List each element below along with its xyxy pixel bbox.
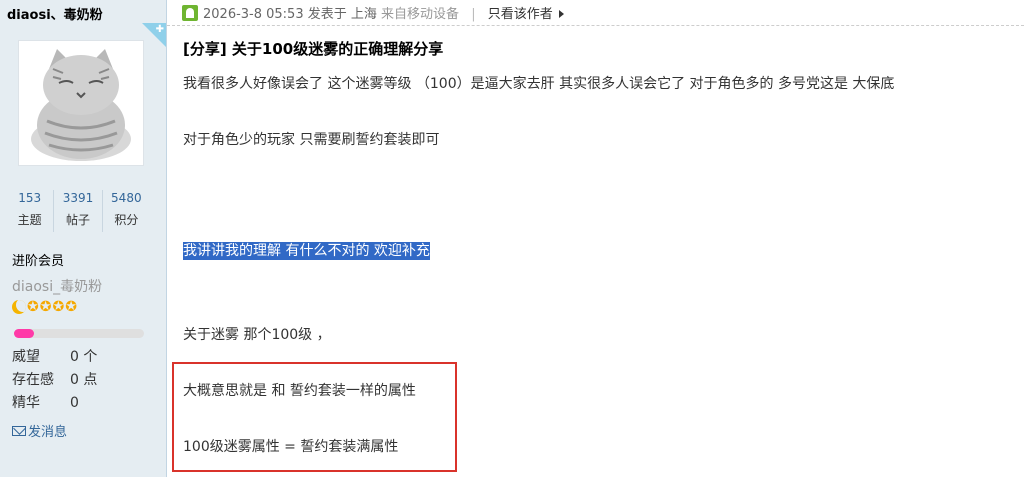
star-icon: ✪	[65, 299, 77, 315]
stat-posts-label: 帖子	[65, 213, 90, 227]
field-digest-value: 0	[70, 395, 79, 411]
field-presence-label: 存在感	[12, 372, 54, 388]
stat-credits-value[interactable]: 5480	[103, 190, 150, 207]
field-digest: 精华 0	[12, 392, 79, 412]
author-sidebar: diaosi、毒奶粉 ✚ 153 主题 3391 帖子 5480 积分 进阶会员…	[0, 0, 167, 477]
author-only-link[interactable]: 只看该作者	[488, 7, 553, 22]
post-meta: 2026-3-8 05:53 发表于 上海 来自移动设备 | 只看该作者	[203, 3, 564, 22]
triangle-right-icon	[558, 10, 564, 18]
send-message-label[interactable]: 发消息	[28, 421, 67, 440]
post-line-3: 我讲讲我的理解 有什么不对的 欢迎补充	[183, 240, 430, 260]
mail-icon	[12, 425, 26, 436]
field-prestige: 威望 0 个	[12, 346, 97, 366]
author-stats: 153 主题 3391 帖子 5480 积分	[6, 190, 150, 232]
level-progress-bar	[14, 329, 144, 338]
stat-topics[interactable]: 153 主题	[6, 190, 55, 232]
stat-posts-value[interactable]: 3391	[54, 190, 101, 207]
field-presence-value: 0 点	[70, 372, 98, 388]
cat-avatar-icon	[31, 49, 131, 161]
post-location: 发表于 上海	[307, 7, 377, 22]
post-title: [分享] 关于100级迷雾的正确理解分享	[183, 40, 444, 58]
annotation-box	[172, 362, 457, 472]
author-nickname: diaosi_毒奶粉	[12, 279, 103, 295]
field-presence: 存在感 0 点	[12, 369, 97, 389]
field-prestige-value: 0 个	[70, 349, 98, 365]
post-date: 2026-3-8 05:53	[203, 7, 304, 22]
post-line-4: 关于迷雾 那个100级 ，	[183, 327, 331, 343]
post-device: 来自移动设备	[381, 7, 460, 22]
post-line-2: 对于角色少的玩家 只需要刷誓约套装即可	[183, 132, 440, 148]
online-status-icon	[182, 5, 198, 21]
rank-stars: ✪ ✪ ✪ ✪	[12, 300, 77, 314]
stat-posts[interactable]: 3391 帖子	[54, 190, 103, 232]
stat-credits[interactable]: 5480 积分	[103, 190, 150, 232]
stat-topics-value[interactable]: 153	[6, 190, 53, 207]
level-progress-fill	[14, 329, 34, 338]
send-message-link[interactable]: 发消息	[12, 421, 67, 440]
separator: |	[471, 7, 476, 22]
avatar[interactable]	[18, 40, 144, 166]
post-meta-bar: 2026-3-8 05:53 发表于 上海 来自移动设备 | 只看该作者	[167, 0, 1024, 26]
field-digest-label: 精华	[12, 395, 40, 411]
star-icon: ✪	[52, 299, 65, 315]
member-rank[interactable]: 进阶会员	[12, 250, 64, 269]
mobile-badge-icon: ✚	[142, 23, 166, 47]
post-line-1: 我看很多人好像误会了 这个迷雾等级 （100）是逼大家去肝 其实很多人误会它了 …	[183, 76, 895, 92]
stat-credits-label: 积分	[114, 213, 139, 227]
moon-icon	[12, 300, 26, 314]
stat-topics-label: 主题	[17, 213, 42, 227]
star-icon: ✪	[27, 299, 39, 315]
field-prestige-label: 威望	[12, 349, 40, 365]
author-username[interactable]: diaosi、毒奶粉	[7, 4, 103, 23]
star-icon: ✪	[39, 299, 52, 315]
selected-text: 我讲讲我的理解 有什么不对的 欢迎补充	[183, 242, 430, 260]
